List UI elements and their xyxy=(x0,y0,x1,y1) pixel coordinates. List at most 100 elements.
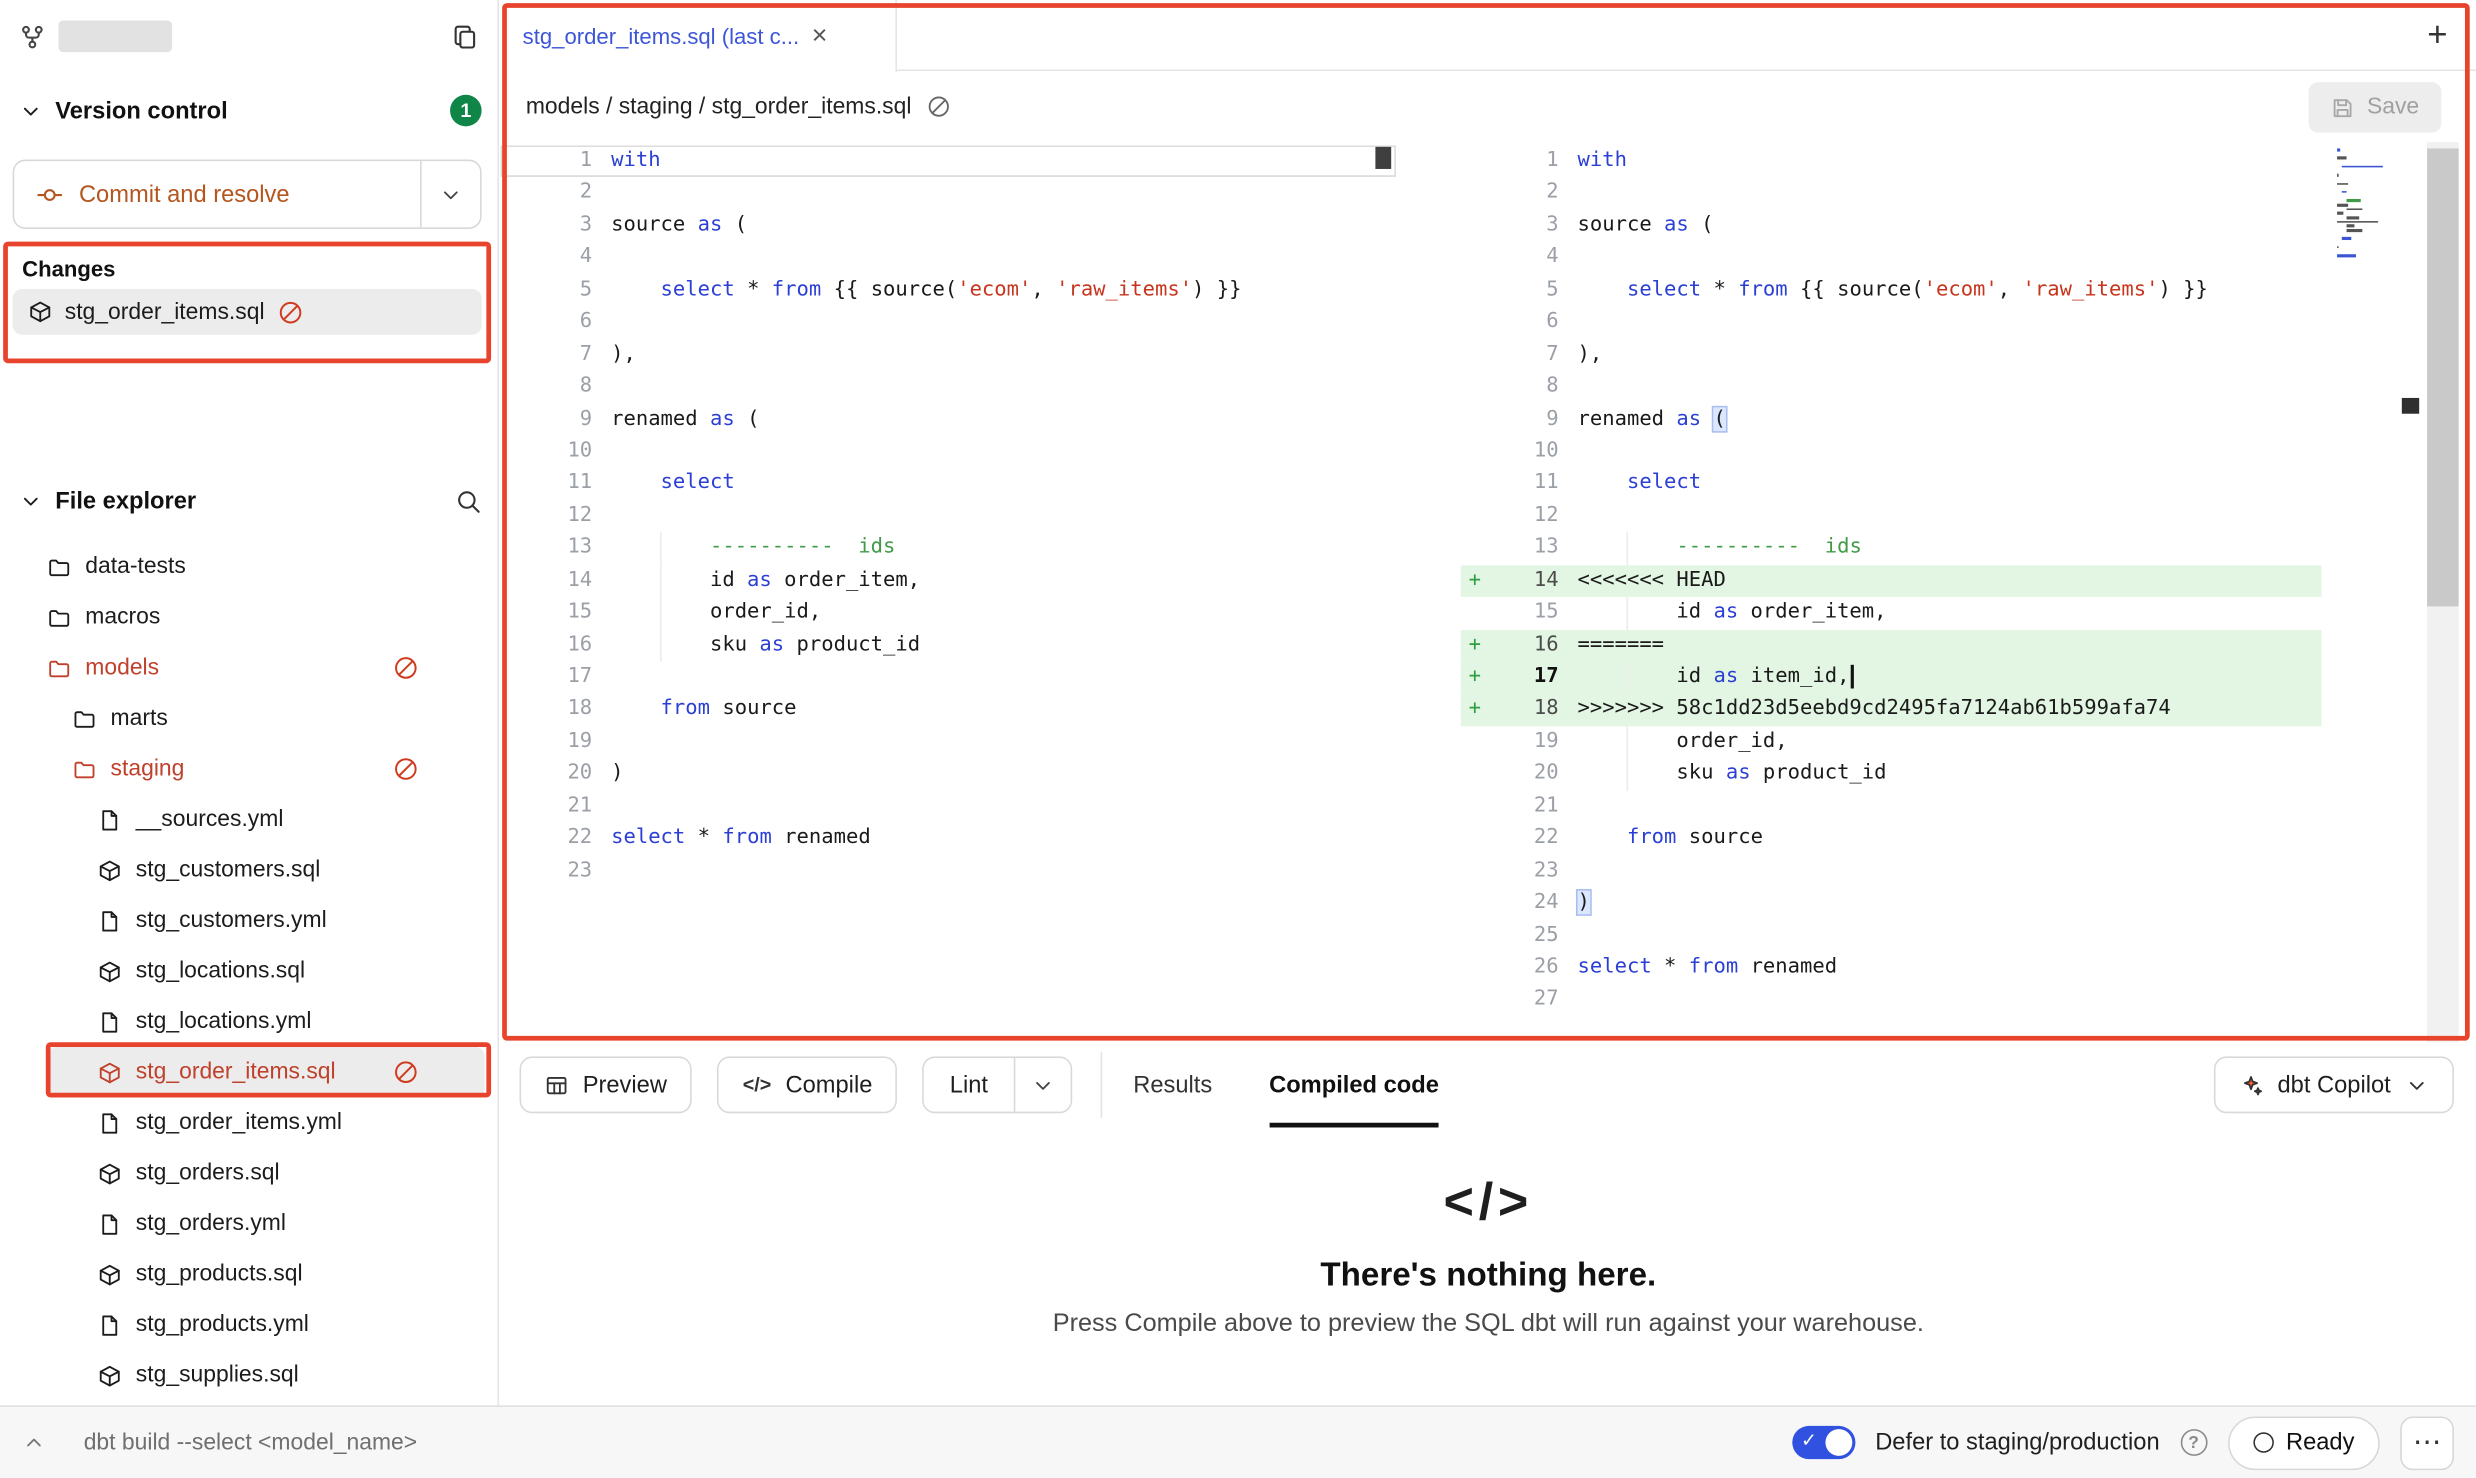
code-line[interactable]: 22select * from renamed xyxy=(501,823,1396,855)
file-item-stg_locations.yml[interactable]: stg_locations.yml xyxy=(0,996,497,1047)
code-line[interactable]: 17 id as item_id, xyxy=(1461,662,2427,694)
code-line[interactable]: 7), xyxy=(501,339,1396,371)
code-line[interactable]: 4 xyxy=(1461,242,2427,274)
version-control-header[interactable]: Version control 1 xyxy=(19,87,482,134)
code-line[interactable]: 3source as ( xyxy=(1461,210,2427,242)
project-branch-icon[interactable] xyxy=(19,23,46,50)
dbt-copilot-button[interactable]: dbt Copilot xyxy=(2214,1056,2454,1113)
code-line[interactable]: 23 xyxy=(501,855,1396,887)
code-line[interactable]: 23 xyxy=(1461,855,2427,887)
code-line[interactable]: 15 order_id, xyxy=(501,597,1396,629)
file-item-stg_orders.yml[interactable]: stg_orders.yml xyxy=(0,1199,497,1250)
code-line[interactable]: 2 xyxy=(1461,178,2427,210)
code-line[interactable]: 3source as ( xyxy=(501,210,1396,242)
code-line[interactable]: 19 order_id, xyxy=(1461,726,2427,758)
code-line[interactable]: 16======= xyxy=(1461,629,2427,661)
code-line[interactable]: 22 from source xyxy=(1461,823,2427,855)
close-icon[interactable]: × xyxy=(812,22,828,49)
code-line[interactable]: 10 xyxy=(1461,436,2427,468)
code-line[interactable]: 20) xyxy=(501,758,1396,790)
chevron-up-icon[interactable] xyxy=(22,1431,46,1455)
file-item-stg_orders.sql[interactable]: stg_orders.sql xyxy=(0,1148,497,1199)
code-line[interactable]: 9renamed as ( xyxy=(501,403,1396,435)
file-state-icon[interactable] xyxy=(927,95,951,119)
code-line[interactable]: 18 from source xyxy=(501,694,1396,726)
changed-file-row[interactable]: stg_order_items.sql xyxy=(13,289,482,335)
code-line[interactable]: 15 id as order_item, xyxy=(1461,597,2427,629)
code-pane-modified[interactable]: 1with23source as (45 select * from {{ so… xyxy=(1461,145,2427,1042)
file-item-__sources.yml[interactable]: __sources.yml xyxy=(0,794,497,845)
help-icon[interactable]: ? xyxy=(2180,1429,2207,1456)
code-line[interactable]: 16 sku as product_id xyxy=(501,629,1396,661)
editor-scrollbar-thumb[interactable] xyxy=(2427,148,2459,606)
file-item-data-tests[interactable]: data-tests xyxy=(0,542,497,593)
file-item-stg_order_items.sql[interactable]: stg_order_items.sql xyxy=(47,1047,484,1098)
file-item-stg_supplies.sql[interactable]: stg_supplies.sql xyxy=(0,1350,497,1401)
file-item-stg_customers.yml[interactable]: stg_customers.yml xyxy=(0,895,497,946)
lint-dropdown-button[interactable] xyxy=(1013,1058,1070,1112)
code-line[interactable]: 26select * from renamed xyxy=(1461,952,2427,984)
tab-compiled-code[interactable]: Compiled code xyxy=(1269,1042,1439,1127)
lint-button[interactable]: Lint xyxy=(925,1058,1014,1112)
ready-button[interactable]: Ready xyxy=(2228,1416,2380,1470)
code-line[interactable]: 5 select * from {{ source('ecom', 'raw_i… xyxy=(501,274,1396,306)
code-line[interactable]: 18>>>>>>> 58c1dd23d5eebd9cd2495fa7124ab6… xyxy=(1461,694,2427,726)
code-line[interactable]: 9renamed as ( xyxy=(1461,403,2427,435)
code-line[interactable]: 2 xyxy=(501,178,1396,210)
search-icon[interactable] xyxy=(455,487,482,514)
code-line[interactable]: 6 xyxy=(1461,307,2427,339)
code-line[interactable]: 10 xyxy=(501,436,1396,468)
defer-toggle[interactable]: ✓ xyxy=(1792,1426,1855,1459)
code-line[interactable]: 13 ---------- ids xyxy=(1461,533,2427,565)
tab-results[interactable]: Results xyxy=(1133,1042,1212,1127)
code-line[interactable]: 13 ---------- ids xyxy=(501,533,1396,565)
left-pane-scrollbar-thumb[interactable] xyxy=(1375,147,1391,169)
preview-button[interactable]: Preview xyxy=(520,1056,693,1113)
editor-scrollbar[interactable] xyxy=(2427,142,2459,1042)
file-item-staging[interactable]: staging xyxy=(0,744,497,795)
code-line[interactable]: 12 xyxy=(501,500,1396,532)
file-explorer-header[interactable]: File explorer xyxy=(19,477,482,524)
file-item-stg_customers.sql[interactable]: stg_customers.sql xyxy=(0,845,497,896)
code-line[interactable]: 7), xyxy=(1461,339,2427,371)
editor-tab[interactable]: stg_order_items.sql (last c... × xyxy=(501,0,897,73)
code-line[interactable]: 19 xyxy=(501,726,1396,758)
code-line[interactable]: 11 select xyxy=(501,468,1396,500)
code-line[interactable]: 21 xyxy=(1461,791,2427,823)
code-line[interactable]: 17 xyxy=(501,662,1396,694)
code-line[interactable]: 1with xyxy=(1461,145,2427,177)
copy-icon[interactable] xyxy=(452,23,479,50)
code-line[interactable]: 14<<<<<<< HEAD xyxy=(1461,565,2427,597)
code-line[interactable]: 11 select xyxy=(1461,468,2427,500)
code-line[interactable]: 12 xyxy=(1461,500,2427,532)
code-line[interactable]: 4 xyxy=(501,242,1396,274)
code-line[interactable]: 14 id as order_item, xyxy=(501,565,1396,597)
overflow-menu-button[interactable]: ⋯ xyxy=(2400,1416,2454,1470)
code-pane-original[interactable]: 1with23source as (45 select * from {{ so… xyxy=(501,145,1396,1042)
code-line[interactable]: 25 xyxy=(1461,920,2427,952)
code-line[interactable]: 8 xyxy=(1461,371,2427,403)
left-pane-scrollbar[interactable] xyxy=(1374,142,1393,1039)
file-item-stg_products.yml[interactable]: stg_products.yml xyxy=(0,1300,497,1351)
commit-dropdown-button[interactable] xyxy=(420,161,480,227)
commit-resolve-button[interactable]: Commit and resolve xyxy=(13,159,482,228)
code-line[interactable]: 8 xyxy=(501,371,1396,403)
commit-resolve-main[interactable]: Commit and resolve xyxy=(14,161,420,227)
compile-button[interactable]: </> Compile xyxy=(717,1056,897,1113)
file-item-stg_products.sql[interactable]: stg_products.sql xyxy=(0,1249,497,1300)
file-item-stg_locations.sql[interactable]: stg_locations.sql xyxy=(0,946,497,997)
save-button[interactable]: Save xyxy=(2309,82,2442,133)
code-line[interactable]: 21 xyxy=(501,791,1396,823)
file-item-macros[interactable]: macros xyxy=(0,592,497,643)
code-line[interactable]: 27 xyxy=(1461,984,2427,1016)
code-line[interactable]: 6 xyxy=(501,307,1396,339)
code-line[interactable]: 5 select * from {{ source('ecom', 'raw_i… xyxy=(1461,274,2427,306)
minimap[interactable] xyxy=(2337,148,2394,263)
new-tab-button[interactable]: + xyxy=(2427,17,2447,52)
file-item-marts[interactable]: marts xyxy=(0,693,497,744)
file-item-models[interactable]: models xyxy=(0,643,497,694)
file-item-stg_order_items.yml[interactable]: stg_order_items.yml xyxy=(0,1097,497,1148)
code-line[interactable]: 20 sku as product_id xyxy=(1461,758,2427,790)
code-line[interactable]: 1with xyxy=(501,145,1396,177)
code-line[interactable]: 24) xyxy=(1461,888,2427,920)
